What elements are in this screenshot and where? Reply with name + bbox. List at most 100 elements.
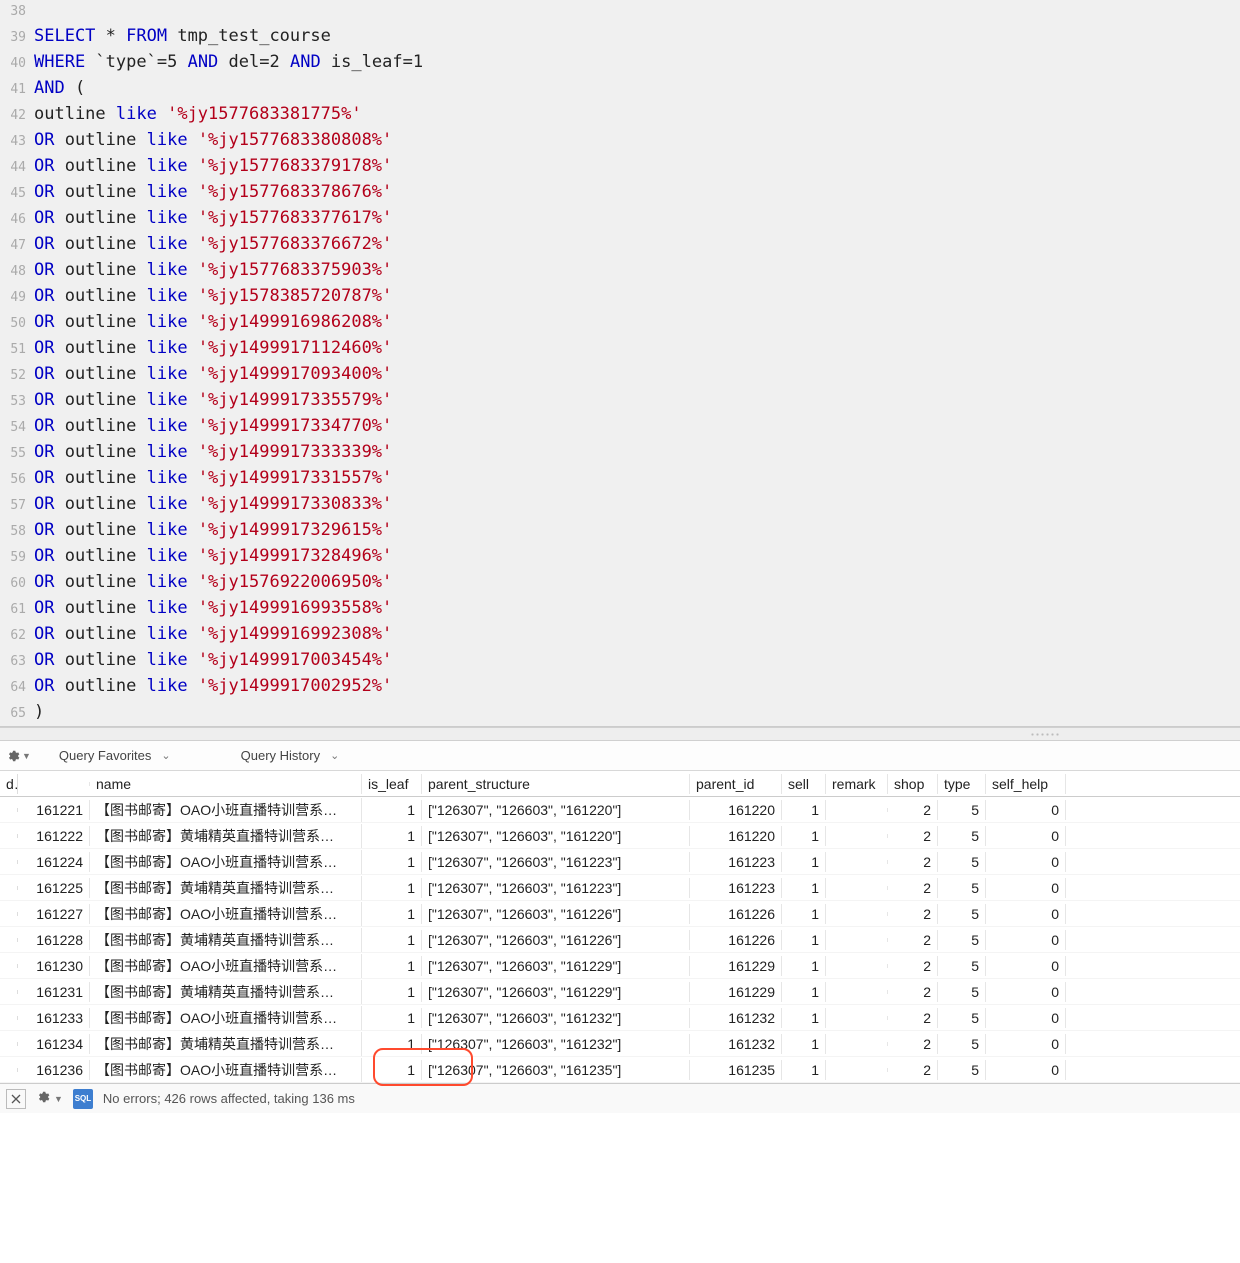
- cell-remark[interactable]: [826, 834, 888, 838]
- cell-type[interactable]: 5: [938, 852, 986, 872]
- cell-type[interactable]: 5: [938, 826, 986, 846]
- cell[interactable]: [0, 808, 18, 812]
- editor-line[interactable]: 48OR outline like '%jy1577683375903%': [0, 258, 1240, 284]
- cell-sell[interactable]: 1: [782, 826, 826, 846]
- code-text[interactable]: OR outline like '%jy1499917335579%': [34, 388, 392, 412]
- cell-remark[interactable]: [826, 1042, 888, 1046]
- sql-editor[interactable]: 3839SELECT * FROM tmp_test_course40WHERE…: [0, 0, 1240, 727]
- cell-self-help[interactable]: 0: [986, 800, 1066, 820]
- cell-self-help[interactable]: 0: [986, 1034, 1066, 1054]
- cell-is-leaf[interactable]: 1: [362, 1060, 422, 1080]
- code-text[interactable]: SELECT * FROM tmp_test_course: [34, 24, 331, 48]
- cell-id[interactable]: 161230: [18, 956, 90, 976]
- cell-remark[interactable]: [826, 912, 888, 916]
- cell-name[interactable]: 【图书邮寄】黄埔精英直播特训营系…: [90, 824, 362, 848]
- cell-is-leaf[interactable]: 1: [362, 904, 422, 924]
- cell-id[interactable]: 161231: [18, 982, 90, 1002]
- pane-splitter[interactable]: [0, 727, 1240, 741]
- col-remark[interactable]: remark: [826, 774, 888, 794]
- code-text[interactable]: outline like '%jy1577683381775%': [34, 102, 362, 126]
- cell-self-help[interactable]: 0: [986, 878, 1066, 898]
- cell-parent-id[interactable]: 161220: [690, 800, 782, 820]
- cell-self-help[interactable]: 0: [986, 930, 1066, 950]
- cell-shop[interactable]: 2: [888, 852, 938, 872]
- cell-is-leaf[interactable]: 1: [362, 800, 422, 820]
- cell-name[interactable]: 【图书邮寄】OAO小班直播特训营系…: [90, 798, 362, 822]
- editor-line[interactable]: 52OR outline like '%jy1499917093400%': [0, 362, 1240, 388]
- table-row[interactable]: 161221【图书邮寄】OAO小班直播特训营系…1["126307", "126…: [0, 797, 1240, 823]
- cell-self-help[interactable]: 0: [986, 1008, 1066, 1028]
- code-text[interactable]: ): [34, 700, 44, 724]
- cell-parent-id[interactable]: 161235: [690, 1060, 782, 1080]
- cell-type[interactable]: 5: [938, 878, 986, 898]
- table-row[interactable]: 161222【图书邮寄】黄埔精英直播特训营系…1["126307", "1266…: [0, 823, 1240, 849]
- cell-type[interactable]: 5: [938, 800, 986, 820]
- cell-self-help[interactable]: 0: [986, 826, 1066, 846]
- cell-shop[interactable]: 2: [888, 826, 938, 846]
- cell-shop[interactable]: 2: [888, 1060, 938, 1080]
- cell-name[interactable]: 【图书邮寄】OAO小班直播特训营系…: [90, 1058, 362, 1082]
- table-row[interactable]: 161227【图书邮寄】OAO小班直播特训营系…1["126307", "126…: [0, 901, 1240, 927]
- code-text[interactable]: OR outline like '%jy1499916992308%': [34, 622, 392, 646]
- editor-line[interactable]: 42outline like '%jy1577683381775%': [0, 102, 1240, 128]
- cell[interactable]: [0, 938, 18, 942]
- editor-line[interactable]: 62OR outline like '%jy1499916992308%': [0, 622, 1240, 648]
- code-text[interactable]: OR outline like '%jy1499917328496%': [34, 544, 392, 568]
- cell[interactable]: [0, 886, 18, 890]
- editor-line[interactable]: 55OR outline like '%jy1499917333339%': [0, 440, 1240, 466]
- cell-is-leaf[interactable]: 1: [362, 1008, 422, 1028]
- gear-chevron-icon[interactable]: ▼: [54, 1094, 63, 1104]
- code-text[interactable]: OR outline like '%jy1576922006950%': [34, 570, 392, 594]
- code-text[interactable]: OR outline like '%jy1499917003454%': [34, 648, 392, 672]
- code-text[interactable]: OR outline like '%jy1499917093400%': [34, 362, 392, 386]
- table-row[interactable]: 161236【图书邮寄】OAO小班直播特训营系…1["126307", "126…: [0, 1057, 1240, 1083]
- col-name[interactable]: name: [90, 774, 362, 794]
- table-row[interactable]: 161224【图书邮寄】OAO小班直播特训营系…1["126307", "126…: [0, 849, 1240, 875]
- editor-line[interactable]: 46OR outline like '%jy1577683377617%': [0, 206, 1240, 232]
- cell-remark[interactable]: [826, 808, 888, 812]
- cell-parent-structure[interactable]: ["126307", "126603", "161235"]: [422, 1060, 690, 1080]
- cell-shop[interactable]: 2: [888, 904, 938, 924]
- cell-parent-structure[interactable]: ["126307", "126603", "161229"]: [422, 982, 690, 1002]
- col-is-leaf[interactable]: is_leaf: [362, 774, 422, 794]
- editor-line[interactable]: 44OR outline like '%jy1577683379178%': [0, 154, 1240, 180]
- cell-sell[interactable]: 1: [782, 930, 826, 950]
- col-parent-structure[interactable]: parent_structure: [422, 774, 690, 794]
- cell-type[interactable]: 5: [938, 982, 986, 1002]
- cell-is-leaf[interactable]: 1: [362, 1034, 422, 1054]
- editor-line[interactable]: 51OR outline like '%jy1499917112460%': [0, 336, 1240, 362]
- cell-parent-id[interactable]: 161232: [690, 1034, 782, 1054]
- cell-is-leaf[interactable]: 1: [362, 956, 422, 976]
- cell[interactable]: [0, 1042, 18, 1046]
- code-text[interactable]: OR outline like '%jy1499916986208%': [34, 310, 392, 334]
- editor-line[interactable]: 53OR outline like '%jy1499917335579%': [0, 388, 1240, 414]
- editor-line[interactable]: 39SELECT * FROM tmp_test_course: [0, 24, 1240, 50]
- query-history-dropdown[interactable]: Query History ⌄: [241, 748, 340, 763]
- cell-id[interactable]: 161221: [18, 800, 90, 820]
- code-text[interactable]: OR outline like '%jy1577683377617%': [34, 206, 392, 230]
- cell-shop[interactable]: 2: [888, 1034, 938, 1054]
- cell-sell[interactable]: 1: [782, 904, 826, 924]
- code-text[interactable]: OR outline like '%jy1577683376672%': [34, 232, 392, 256]
- gear-icon[interactable]: [36, 1090, 50, 1107]
- table-row[interactable]: 161228【图书邮寄】黄埔精英直播特训营系…1["126307", "1266…: [0, 927, 1240, 953]
- cell-type[interactable]: 5: [938, 1034, 986, 1054]
- editor-line[interactable]: 47OR outline like '%jy1577683376672%': [0, 232, 1240, 258]
- cell-id[interactable]: 161228: [18, 930, 90, 950]
- cell[interactable]: [0, 990, 18, 994]
- table-row[interactable]: 161225【图书邮寄】黄埔精英直播特训营系…1["126307", "1266…: [0, 875, 1240, 901]
- editor-line[interactable]: 54OR outline like '%jy1499917334770%': [0, 414, 1240, 440]
- cell-remark[interactable]: [826, 964, 888, 968]
- table-row[interactable]: 161234【图书邮寄】黄埔精英直播特训营系…1["126307", "1266…: [0, 1031, 1240, 1057]
- editor-line[interactable]: 65): [0, 700, 1240, 726]
- table-row[interactable]: 161233【图书邮寄】OAO小班直播特训营系…1["126307", "126…: [0, 1005, 1240, 1031]
- cell-shop[interactable]: 2: [888, 878, 938, 898]
- cell-parent-structure[interactable]: ["126307", "126603", "161226"]: [422, 930, 690, 950]
- cell-parent-structure[interactable]: ["126307", "126603", "161226"]: [422, 904, 690, 924]
- cell-self-help[interactable]: 0: [986, 982, 1066, 1002]
- cell[interactable]: [0, 912, 18, 916]
- cell-parent-structure[interactable]: ["126307", "126603", "161223"]: [422, 878, 690, 898]
- cell-sell[interactable]: 1: [782, 800, 826, 820]
- code-text[interactable]: OR outline like '%jy1499917112460%': [34, 336, 392, 360]
- cell-shop[interactable]: 2: [888, 800, 938, 820]
